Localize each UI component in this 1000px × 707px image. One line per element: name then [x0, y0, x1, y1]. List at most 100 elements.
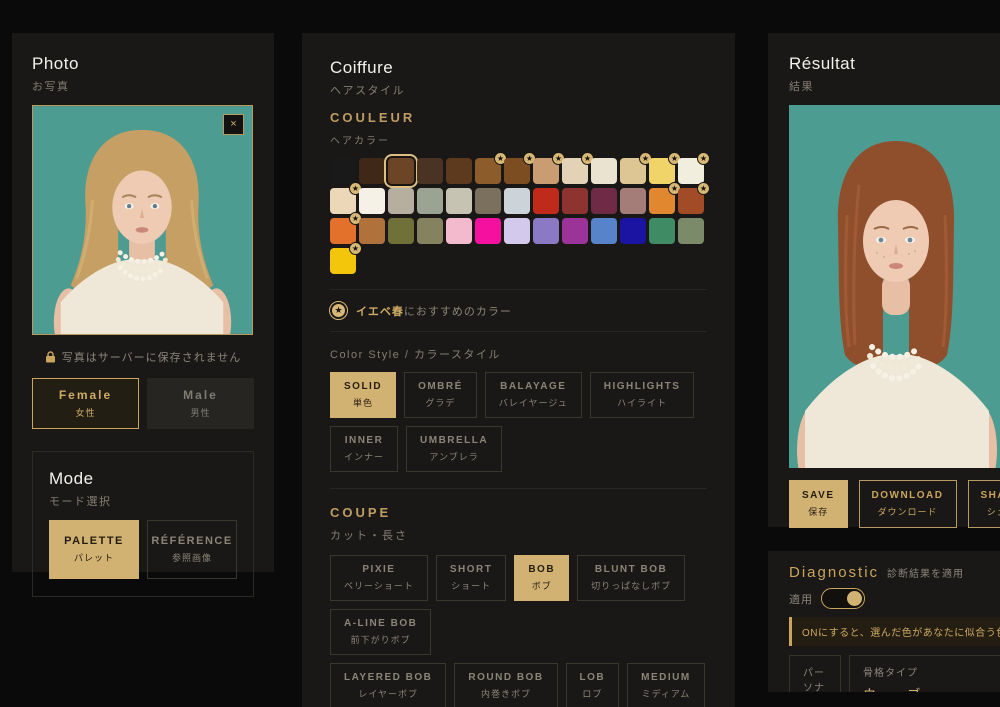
- privacy-note: 写真はサーバーに保存されません: [32, 349, 254, 365]
- couleur-subheading: ヘアカラー: [330, 132, 707, 147]
- couleur-heading: COULEUR: [330, 110, 707, 125]
- color-swatch-15[interactable]: [359, 188, 385, 214]
- coupe-layered-bob[interactable]: LAYERED BOBレイヤーボブ: [330, 663, 446, 707]
- option-label-jp: 男性: [190, 406, 210, 419]
- color-swatch-14[interactable]: ★: [330, 188, 356, 214]
- color-swatch-29[interactable]: [388, 218, 414, 244]
- option-label-en: RÉFÉRENCE: [151, 535, 232, 547]
- color-swatch-32[interactable]: [475, 218, 501, 244]
- color-swatch-33[interactable]: [504, 218, 530, 244]
- gender-male[interactable]: Male男性: [147, 378, 254, 429]
- photo-panel: Photo お写真 × 写真はサーバーに保存されませ: [12, 33, 274, 572]
- legend-rest: におすすめのカラー: [404, 306, 512, 318]
- color-swatch-27[interactable]: ★: [330, 218, 356, 244]
- color-swatch-21[interactable]: [533, 188, 559, 214]
- result-image-frame: [789, 105, 1000, 468]
- color-swatch-1[interactable]: [330, 158, 356, 184]
- action-download[interactable]: DOWNLOADダウンロード: [859, 480, 957, 528]
- coiffure-title: Coiffure: [330, 58, 707, 78]
- color-swatch-40[interactable]: ★: [330, 248, 356, 274]
- coupe-blunt-bob[interactable]: BLUNT BOB切りっぱなしボブ: [577, 555, 685, 601]
- option-label-en: PALETTE: [64, 535, 124, 547]
- diagnostic-info-text: ONにすると、選んだ色があなたに似合う色調に自動調整されます: [789, 617, 1000, 646]
- color-swatch-34[interactable]: [533, 218, 559, 244]
- option-label-jp: レイヤーボブ: [358, 687, 418, 700]
- color-style-ombr[interactable]: OMBRÉグラデ: [404, 372, 477, 418]
- color-swatch-12[interactable]: ★: [649, 158, 675, 184]
- color-swatch-4[interactable]: [417, 158, 443, 184]
- gender-female[interactable]: Female女性: [32, 378, 139, 429]
- diagnostic-panel: Diagnostic 診断結果を適用 適用 ONにすると、選んだ色があなたに似合…: [768, 551, 1000, 692]
- color-swatch-25[interactable]: ★: [649, 188, 675, 214]
- coupe-pixie[interactable]: PIXIEベリーショート: [330, 555, 428, 601]
- option-label-en: BLUNT BOB: [595, 564, 667, 575]
- option-label-jp: ショート: [451, 579, 491, 592]
- color-swatch-11[interactable]: ★: [620, 158, 646, 184]
- legend-highlight: イエベ春: [356, 306, 404, 318]
- color-swatch-9[interactable]: ★: [562, 158, 588, 184]
- color-swatch-18[interactable]: [446, 188, 472, 214]
- apply-toggle[interactable]: [821, 588, 865, 609]
- coupe-a-line-bob[interactable]: A-LINE BOB 前下がりボブ: [330, 609, 431, 655]
- coupe-medium[interactable]: MEDIUMミディアム: [627, 663, 705, 707]
- color-swatch-39[interactable]: [678, 218, 704, 244]
- color-swatch-22[interactable]: [562, 188, 588, 214]
- coupe-lob[interactable]: LOBロブ: [566, 663, 620, 707]
- coupe-bob[interactable]: BOBボブ: [514, 555, 569, 601]
- color-style-balayage[interactable]: BALAYAGEバレイヤージュ: [485, 372, 582, 418]
- diagnostic-subtitle: 診断結果を適用: [887, 565, 964, 580]
- color-swatch-8[interactable]: ★: [533, 158, 559, 184]
- color-swatch-6[interactable]: ★: [475, 158, 501, 184]
- color-swatch-28[interactable]: [359, 218, 385, 244]
- color-swatch-30[interactable]: [417, 218, 443, 244]
- body-type-label: 骨格タイプ: [863, 664, 995, 679]
- hair-color-swatches: ★★★★★★★★★★★★: [330, 158, 707, 274]
- color-swatch-31[interactable]: [446, 218, 472, 244]
- option-label-jp: 単色: [353, 396, 373, 409]
- result-panel: Résultat 結果 SAVE保存DOWNLOADダウンロードSHAREシェア: [768, 33, 1000, 527]
- color-swatch-35[interactable]: [562, 218, 588, 244]
- color-swatch-24[interactable]: [620, 188, 646, 214]
- color-style-solid[interactable]: SOLID単色: [330, 372, 396, 418]
- result-actions: SAVE保存DOWNLOADダウンロード SHAREシェア: [789, 480, 1000, 528]
- color-swatch-2[interactable]: [359, 158, 385, 184]
- coupe-short[interactable]: SHORTショート: [436, 555, 507, 601]
- recommended-star-icon: ★: [697, 152, 710, 165]
- color-swatch-23[interactable]: [591, 188, 617, 214]
- option-label-jp: ダウンロード: [877, 505, 937, 518]
- option-label-en: A-LINE BOB: [344, 618, 417, 629]
- color-style-umbrella[interactable]: UMBRELLAアンブレラ: [406, 426, 502, 472]
- coupe-subheading: カット・長さ: [330, 527, 707, 543]
- action-share[interactable]: SHAREシェア: [968, 480, 1000, 528]
- color-swatch-26[interactable]: ★: [678, 188, 704, 214]
- mode-r-f-rence[interactable]: RÉFÉRENCE参照画像: [147, 520, 237, 579]
- color-swatch-10[interactable]: [591, 158, 617, 184]
- color-style-inner[interactable]: INNERインナー: [330, 426, 398, 472]
- color-swatch-38[interactable]: [649, 218, 675, 244]
- color-swatch-13[interactable]: ★: [678, 158, 704, 184]
- color-swatch-20[interactable]: [504, 188, 530, 214]
- color-swatch-7[interactable]: ★: [504, 158, 530, 184]
- option-label-jp: ハイライト: [617, 396, 667, 409]
- close-photo-button[interactable]: ×: [223, 114, 244, 135]
- coupe-round-bob[interactable]: ROUND BOB内巻きボブ: [454, 663, 557, 707]
- color-swatch-19[interactable]: [475, 188, 501, 214]
- color-swatch-5[interactable]: [446, 158, 472, 184]
- color-swatch-16[interactable]: [388, 188, 414, 214]
- option-label-jp: ベリーショート: [344, 579, 414, 592]
- personal-color-card: パーソナルカラー イエベ春: [789, 655, 841, 692]
- mode-palette[interactable]: PALETTE パレット: [49, 520, 139, 579]
- personal-color-label: パーソナルカラー: [803, 664, 827, 692]
- option-label-jp: 前下がりボブ: [351, 633, 411, 646]
- uploaded-photo: ×: [32, 105, 253, 335]
- color-swatch-36[interactable]: [591, 218, 617, 244]
- color-style-highlights[interactable]: HIGHLIGHTSハイライト: [590, 372, 695, 418]
- option-label-jp: パレット: [74, 551, 114, 564]
- coupe-options: PIXIEベリーショートSHORTショートBOBボブBLUNT BOB切りっぱな…: [330, 555, 707, 707]
- option-label-jp: バレイヤージュ: [499, 396, 568, 409]
- color-swatch-3[interactable]: [388, 158, 414, 184]
- color-swatch-37[interactable]: [620, 218, 646, 244]
- color-swatch-17[interactable]: [417, 188, 443, 214]
- action-save[interactable]: SAVE保存: [789, 480, 848, 528]
- option-label-jp: ボブ: [532, 579, 552, 592]
